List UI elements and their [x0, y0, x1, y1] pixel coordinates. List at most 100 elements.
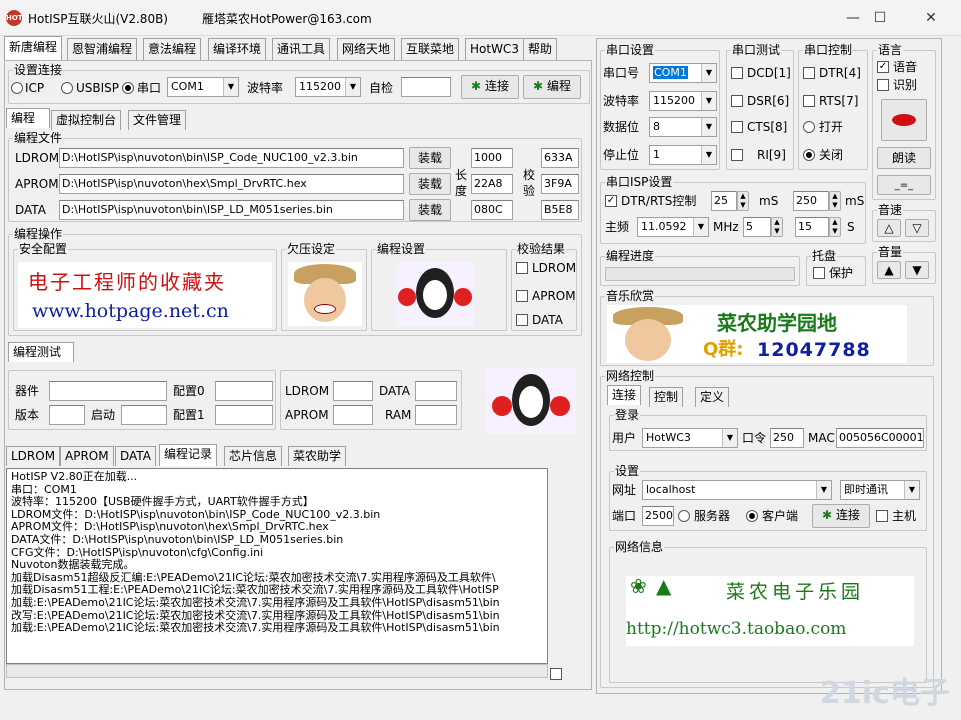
data-path-input[interactable]: D:\HotISP\isp\nuvoton\bin\ISP_LD_M051ser…	[59, 200, 404, 220]
net-port-input[interactable]: 2500	[642, 506, 674, 526]
aprom-load-button[interactable]: 装载	[409, 173, 451, 195]
verify-aprom-checkbox[interactable]	[516, 290, 528, 302]
dtr-rts-checkbox[interactable]: ✓	[605, 195, 617, 207]
farmer-face-icon[interactable]	[288, 262, 362, 326]
cts-checkbox[interactable]	[731, 121, 743, 133]
tab-chip-info[interactable]: 芯片信息	[224, 446, 283, 466]
usbisp-radio[interactable]	[61, 82, 73, 94]
host-checkbox[interactable]	[876, 510, 888, 522]
menu-garden[interactable]: 互联菜地	[401, 38, 460, 60]
stopbits-select[interactable]: 1 ▼	[649, 145, 717, 165]
menu-hotwc3[interactable]: HotWC3	[465, 38, 524, 60]
music-banner[interactable]: 菜农助学园地 Q群: 12047788	[607, 305, 907, 363]
baud-select[interactable]: 115200 ▼	[295, 77, 361, 97]
menu-nuvoton[interactable]: 新唐编程	[4, 36, 63, 60]
net-tab-define[interactable]: 定义	[695, 387, 730, 407]
tab-program-test[interactable]: 编程测试	[8, 342, 74, 362]
minus-button[interactable]: _=_	[877, 175, 931, 195]
close-radio[interactable]	[803, 149, 815, 161]
net-tab-connect[interactable]: 连接	[607, 385, 642, 405]
serial-radio[interactable]	[122, 82, 134, 94]
port-select[interactable]: COM1 ▼	[167, 77, 239, 97]
recognize-checkbox[interactable]	[877, 79, 889, 91]
close-icon[interactable]: ✕	[908, 0, 954, 36]
test-aprom-input[interactable]	[333, 405, 373, 425]
delay2-spinner[interactable]: ▲ ▼	[829, 191, 841, 211]
dsr-checkbox[interactable]	[731, 95, 743, 107]
penguin-mascot-icon[interactable]	[396, 262, 474, 326]
div-input[interactable]: 5	[743, 217, 771, 237]
menu-help[interactable]: 帮助	[523, 38, 558, 60]
log-autoscroll-checkbox[interactable]	[550, 668, 562, 680]
ldrom-path-input[interactable]: D:\HotISP\isp\nuvoton\bin\ISP_Code_NUC10…	[59, 148, 404, 168]
div-spinner[interactable]: ▲ ▼	[771, 217, 783, 237]
tab-program-log[interactable]: 编程记录	[159, 444, 218, 466]
lips-icon[interactable]	[881, 99, 927, 141]
databits-select[interactable]: 8 ▼	[649, 117, 717, 137]
serial-port-select[interactable]: COM1 ▼	[649, 63, 717, 83]
speed-down-button[interactable]: ▽	[905, 219, 929, 237]
menu-network[interactable]: 网络天地	[337, 38, 396, 60]
test-data-input[interactable]	[415, 381, 457, 401]
icp-radio[interactable]	[11, 82, 23, 94]
tab-program[interactable]: 编程	[6, 108, 50, 128]
data-load-button[interactable]: 装载	[409, 199, 451, 221]
net-banner[interactable]: ❀ ▲ 菜农电子乐园 http://hotwc3.taobao.com	[626, 576, 914, 646]
mac-input[interactable]: 005056C00001	[836, 428, 924, 448]
speed-up-button[interactable]: △	[877, 219, 901, 237]
read-button[interactable]: 朗读	[877, 147, 931, 169]
volume-down-button[interactable]: ▼	[905, 261, 929, 279]
im-select[interactable]: 即时通讯 ▼	[840, 480, 920, 500]
menu-st[interactable]: 意法编程	[143, 38, 202, 60]
program-log[interactable]: HotISP V2.80正在加载... 串口：COM1 波特率：115200【U…	[6, 468, 548, 664]
aprom-path-input[interactable]: D:\HotISP\isp\nuvoton\hex\Smpl_DrvRTC.he…	[59, 174, 404, 194]
tab-aprom[interactable]: APROM	[60, 446, 114, 466]
protect-checkbox[interactable]	[813, 267, 825, 279]
menu-comm[interactable]: 通讯工具	[272, 38, 331, 60]
version-input[interactable]	[49, 405, 85, 425]
penguin-mascot-icon[interactable]	[486, 368, 576, 434]
hotpage-banner[interactable]: 电子工程师的收藏夹 www.hotpage.net.cn	[18, 262, 272, 328]
boot-input[interactable]	[121, 405, 167, 425]
dtr-checkbox[interactable]	[803, 67, 815, 79]
voice-checkbox[interactable]: ✓	[877, 61, 889, 73]
menu-nxp[interactable]: 恩智浦编程	[67, 38, 138, 60]
maximize-icon[interactable]: ☐	[857, 0, 903, 36]
ldrom-load-button[interactable]: 装载	[409, 147, 451, 169]
verify-data-checkbox[interactable]	[516, 314, 528, 326]
tab-ldrom[interactable]: LDROM	[6, 446, 61, 466]
config0-input[interactable]	[215, 381, 273, 401]
log-scrollbar[interactable]	[6, 664, 548, 678]
dcd-checkbox[interactable]	[731, 67, 743, 79]
menu-compiler[interactable]: 编译环境	[208, 38, 267, 60]
connect-button[interactable]: ✱ 连接	[461, 75, 519, 99]
config1-input[interactable]	[215, 405, 273, 425]
open-radio[interactable]	[803, 121, 815, 133]
tab-files[interactable]: 文件管理	[128, 110, 187, 130]
server-radio[interactable]	[678, 510, 690, 522]
delay1-input[interactable]: 25	[711, 191, 737, 211]
device-input[interactable]	[49, 381, 167, 401]
addr-select[interactable]: localhost ▼	[642, 480, 832, 500]
user-select[interactable]: HotWC3 ▼	[642, 428, 738, 448]
delay1-spinner[interactable]: ▲ ▼	[737, 191, 749, 211]
tab-data[interactable]: DATA	[115, 446, 156, 466]
tab-farmer-study[interactable]: 菜农助学	[288, 446, 347, 466]
selfcheck-input[interactable]	[401, 77, 451, 97]
delay2-input[interactable]: 250	[793, 191, 829, 211]
freq-select[interactable]: 11.0592 ▼	[637, 217, 709, 237]
rts-checkbox[interactable]	[803, 95, 815, 107]
test-ram-input[interactable]	[415, 405, 457, 425]
client-radio[interactable]	[746, 510, 758, 522]
sec-input[interactable]: 15	[795, 217, 829, 237]
sec-spinner[interactable]: ▲ ▼	[829, 217, 841, 237]
net-connect-button[interactable]: ✱ 连接	[812, 504, 870, 528]
pwd-input[interactable]: 250	[770, 428, 804, 448]
serial-baud-select[interactable]: 115200 ▼	[649, 91, 717, 111]
program-button[interactable]: ✱ 编程	[523, 75, 581, 99]
tab-console[interactable]: 虚拟控制台	[51, 110, 122, 130]
net-tab-control[interactable]: 控制	[649, 387, 684, 407]
ri-checkbox[interactable]	[731, 149, 743, 161]
verify-ldrom-checkbox[interactable]	[516, 262, 528, 274]
volume-up-button[interactable]: ▲	[877, 261, 901, 279]
